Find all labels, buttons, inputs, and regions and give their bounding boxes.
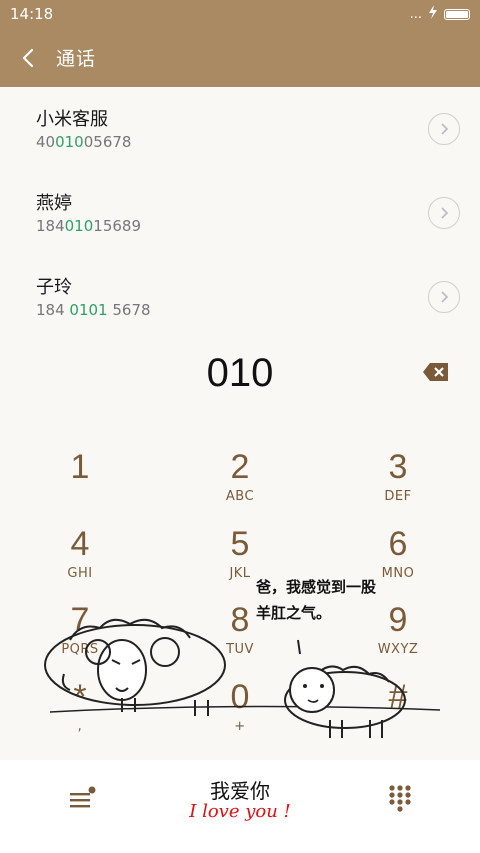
battery-icon [444, 8, 470, 20]
number-match: 010 [55, 133, 84, 151]
number-suffix: 15689 [93, 217, 141, 235]
status-icons: ... [410, 5, 470, 23]
dial-key-4[interactable]: 4 GHI [20, 524, 140, 596]
more-notifications-indicator: ... [409, 6, 422, 22]
dialer-content: 小米客服 4001005678 燕婷 18401015689 子玲 184 01… [0, 87, 480, 853]
key-letters: , [77, 719, 83, 734]
bubble-line: 爸，我感觉到一股 [256, 578, 377, 596]
key-digit: 3 [388, 448, 408, 486]
key-letters: WXYZ [377, 642, 419, 657]
dial-key-2[interactable]: 2 ABC [180, 447, 300, 519]
backspace-icon [423, 363, 448, 381]
contact-item[interactable]: 子玲 184 0101 5678 [0, 255, 480, 339]
dial-key-1[interactable]: 1 [20, 447, 140, 519]
number-prefix: 184 [36, 217, 65, 235]
contact-item[interactable]: 小米客服 4001005678 [0, 87, 480, 171]
status-bar: 14:18 ... [0, 0, 480, 28]
comic-speech-bubble: 爸，我感觉到一股 羊肛之气。 [256, 574, 376, 626]
key-letters: PQRS [61, 642, 99, 657]
contact-name: 小米客服 [36, 109, 108, 130]
back-arrow-icon [22, 48, 34, 67]
status-time: 14:18 [10, 5, 54, 23]
backspace-button[interactable] [422, 362, 450, 382]
dial-key-hash[interactable]: # [338, 677, 458, 749]
number-match: 010 [64, 217, 94, 235]
contact-number: 18401015689 [36, 217, 141, 235]
number-suffix: 5678 [107, 301, 151, 319]
key-digit: 4 [70, 525, 90, 563]
contact-name: 燕婷 [36, 193, 72, 214]
dialed-number-display: 010 [206, 351, 274, 395]
chevron-right-icon [441, 123, 449, 135]
app-bar: 通话 [0, 28, 480, 87]
key-letters: TUV [226, 642, 254, 657]
key-digit: # [388, 678, 408, 716]
charging-icon [428, 5, 438, 23]
contact-name: 子玲 [36, 277, 72, 298]
dial-key-0[interactable]: 0 + [180, 677, 300, 749]
key-digit: 1 [70, 448, 90, 486]
chevron-right-icon [441, 291, 449, 303]
dial-key-7[interactable]: 7 PQRS [20, 600, 140, 672]
page-title: 通话 [56, 48, 97, 70]
bottom-action-bar: 我爱你 I love you ! [0, 760, 480, 853]
contact-number: 4001005678 [36, 133, 131, 151]
key-digit: * [73, 678, 87, 716]
contact-item[interactable]: 燕婷 18401015689 [0, 171, 480, 255]
key-letters: DEF [384, 489, 412, 504]
dial-key-star[interactable]: *, [20, 677, 140, 749]
back-button[interactable] [0, 28, 56, 87]
dialpad-toggle-button[interactable] [386, 784, 414, 812]
key-digit: 7 [70, 601, 90, 639]
key-letters: + [234, 719, 246, 734]
key-letters: GHI [67, 566, 93, 581]
number-match: 0101 [69, 301, 108, 319]
key-letters: ABC [225, 489, 255, 504]
key-digit: 5 [230, 525, 250, 563]
key-digit: 2 [230, 448, 250, 486]
contact-number: 184 0101 5678 [36, 301, 151, 319]
chevron-right-icon [441, 207, 449, 219]
number-prefix: 184 [36, 301, 70, 319]
number-prefix: 40 [36, 133, 56, 151]
contact-detail-button[interactable] [428, 113, 460, 145]
contact-detail-button[interactable] [428, 197, 460, 229]
bubble-line: 羊肛之气。 [256, 604, 332, 622]
key-digit: 0 [230, 678, 250, 716]
contact-detail-button[interactable] [428, 281, 460, 313]
dial-key-3[interactable]: 3 DEF [338, 447, 458, 519]
dialpad-icon [389, 785, 411, 812]
key-digit: 6 [388, 525, 408, 563]
number-suffix: 05678 [83, 133, 132, 151]
